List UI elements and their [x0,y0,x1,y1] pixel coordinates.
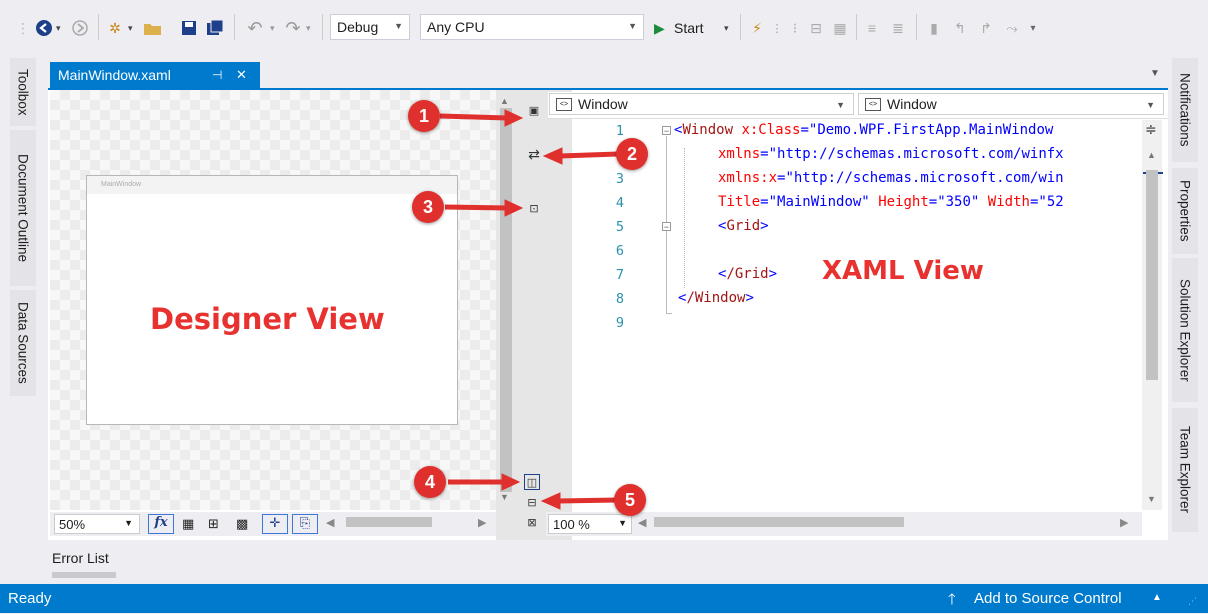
callout-badge-2: 2 [616,138,648,170]
resize-grip-icon[interactable]: ⋰ [1188,596,1197,607]
add-to-source-control-button[interactable]: Add to Source Control [974,590,1122,607]
arrow-up-icon: 🡑 [948,591,956,608]
callout-badge-4: 4 [414,466,446,498]
error-list-tab[interactable]: Error List [52,550,109,566]
callout-badge-1: 1 [408,100,440,132]
status-text: Ready [8,590,52,607]
status-bar: Ready 🡑 Add to Source Control ▲ ⋰ [0,584,1208,613]
callout-badge-3: 3 [412,191,444,223]
callout-badge-5: 5 [614,484,646,516]
callout-arrows [439,109,619,510]
error-list-tab-indicator [52,572,116,578]
chevron-up-icon[interactable]: ▲ [1152,592,1162,603]
